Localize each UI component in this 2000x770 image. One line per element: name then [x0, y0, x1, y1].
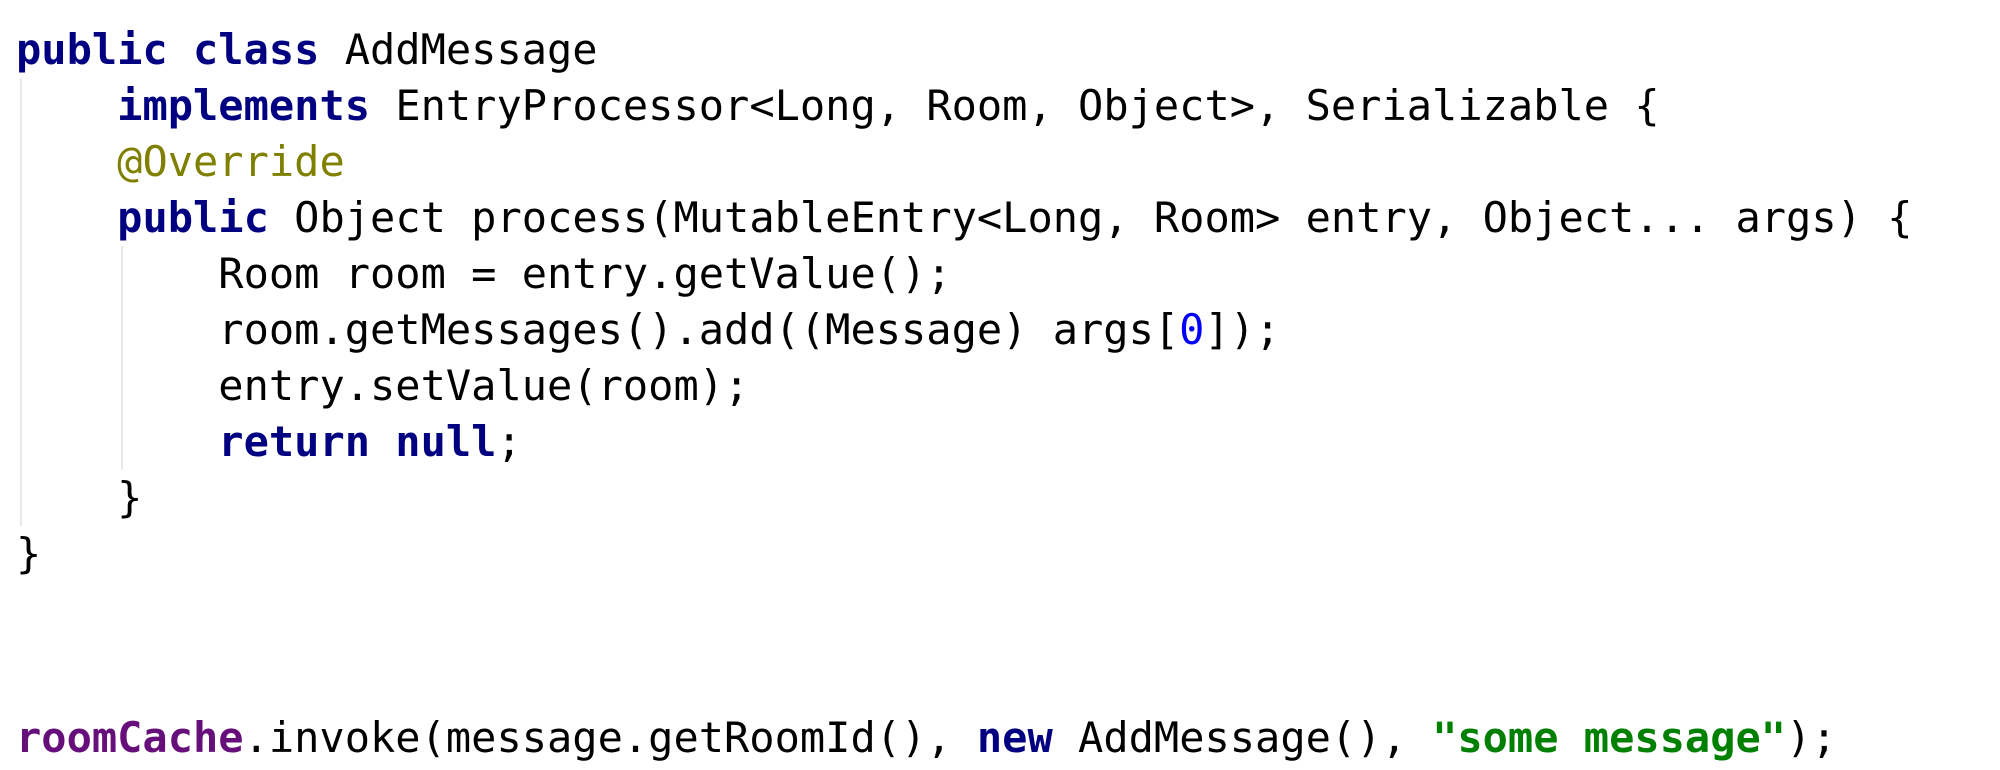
code-token-txt: .invoke(message.getRoomId(), — [243, 713, 977, 762]
code-token-txt: } — [117, 473, 143, 522]
indent-guide — [121, 246, 124, 302]
code-token-txt: Room room = entry.getValue(); — [218, 249, 952, 298]
code-token-field: roomCache — [16, 713, 244, 762]
indent-guide — [20, 134, 22, 190]
code-token-txt: ; — [496, 417, 522, 466]
code-token-kw: public class — [16, 25, 345, 74]
code-token-str: "some message" — [1432, 713, 1787, 762]
code-token-txt: } — [16, 529, 42, 578]
indent-guide — [121, 414, 124, 470]
indent-guide — [20, 358, 22, 414]
code-token-kw: implements — [117, 81, 396, 130]
code-token-txt: entry.setValue(room); — [218, 361, 750, 410]
code-line: entry.setValue(room); — [16, 358, 1996, 414]
code-token-kw: new — [976, 713, 1079, 762]
code-token-num: 0 — [1179, 305, 1205, 354]
code-token-txt: ]); — [1204, 305, 1281, 354]
code-token-kw: public — [117, 193, 295, 242]
code-line: implements EntryProcessor<Long, Room, Ob… — [16, 78, 1996, 134]
code-line: } — [16, 526, 1996, 582]
indent-guide — [20, 470, 22, 526]
code-line: room.getMessages().add((Message) args[0]… — [16, 302, 1996, 358]
code-line: Room room = entry.getValue(); — [16, 246, 1996, 302]
code-line: return null; — [16, 414, 1996, 470]
code-token-txt: Object process(MutableEntry<Long, Room> … — [294, 193, 1913, 242]
indent-guide — [20, 414, 22, 470]
code-token-txt: AddMessage(), — [1078, 713, 1433, 762]
code-line: roomCache.invoke(message.getRoomId(), ne… — [16, 710, 1996, 766]
indent-guide — [20, 78, 22, 134]
code-token-ann: @Override — [117, 137, 345, 186]
code-token-txt: room.getMessages().add((Message) args[ — [218, 305, 1180, 354]
indent-guide — [20, 190, 22, 246]
code-token-txt: EntryProcessor<Long, Room, Object>, Seri… — [395, 81, 1660, 130]
indent-guide — [121, 358, 124, 414]
code-token-txt: AddMessage — [344, 25, 598, 74]
indent-guide — [20, 302, 22, 358]
code-token-txt: ); — [1786, 713, 1837, 762]
code-line: } — [16, 470, 1996, 526]
indent-guide — [121, 302, 124, 358]
indent-guide — [20, 246, 22, 302]
code-line: public class AddMessage — [16, 22, 1996, 78]
code-line: @Override — [16, 134, 1996, 190]
usage-code-line: roomCache.invoke(message.getRoomId(), ne… — [16, 710, 1996, 766]
code-line: public Object process(MutableEntry<Long,… — [16, 190, 1996, 246]
class-code-block: public class AddMessage implements Entry… — [16, 22, 1996, 582]
code-token-kw: return null — [218, 417, 497, 466]
